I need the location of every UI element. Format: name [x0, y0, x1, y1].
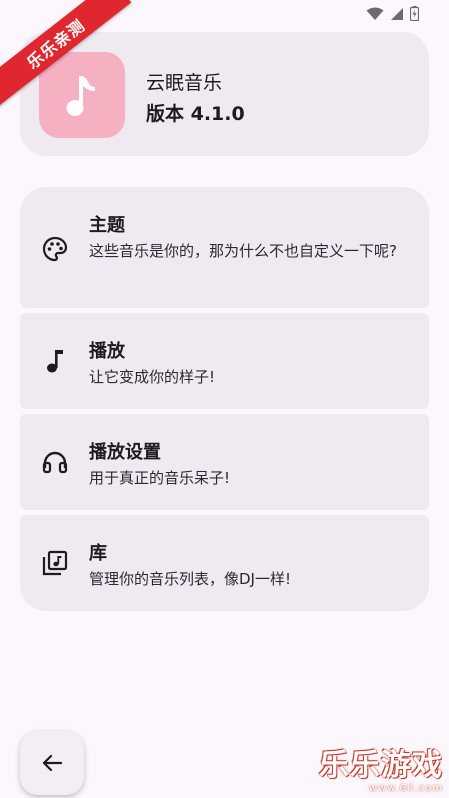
setting-item-playback-settings[interactable]: 播放设置 用于真正的音乐呆子!: [20, 414, 429, 510]
setting-item-library[interactable]: 库 管理你的音乐列表，像DJ一样!: [20, 515, 429, 611]
back-button[interactable]: [20, 731, 84, 795]
corner-watermark: 乐乐游戏 www.6ll.com: [319, 748, 443, 795]
status-icons: [366, 6, 419, 21]
setting-description: 管理你的音乐列表，像DJ一样!: [89, 570, 291, 588]
app-name: 云眠音乐: [146, 72, 223, 94]
music-note-icon: [66, 76, 95, 116]
setting-description: 这些音乐是你的，那为什么不也自定义一下呢?: [89, 242, 397, 260]
palette-icon: [41, 235, 69, 263]
setting-item-theme[interactable]: 主题 这些音乐是你的，那为什么不也自定义一下呢?: [20, 187, 429, 308]
about-card: 云眠音乐 版本 4.1.0: [20, 32, 429, 156]
setting-title: 主题: [89, 215, 125, 236]
watermark-brand: 乐乐游戏: [319, 748, 443, 783]
battery-icon: [410, 6, 419, 21]
wifi-icon: [366, 7, 384, 20]
setting-description: 用于真正的音乐呆子!: [89, 469, 231, 487]
setting-title: 播放设置: [89, 442, 161, 463]
arrow-back-icon: [42, 754, 63, 772]
watermark-url: www.6ll.com: [368, 783, 443, 794]
library-music-icon: [41, 549, 69, 577]
app-icon: [39, 52, 125, 138]
headphones-icon: [41, 448, 69, 476]
music-note-icon: [41, 347, 69, 375]
setting-title: 播放: [89, 341, 125, 362]
signal-icon: [391, 7, 403, 20]
setting-title: 库: [89, 543, 107, 564]
setting-description: 让它变成你的样子!: [89, 368, 216, 386]
settings-list: 主题 这些音乐是你的，那为什么不也自定义一下呢? 播放 让它变成你的样子! 播放…: [20, 187, 429, 611]
setting-item-playback[interactable]: 播放 让它变成你的样子!: [20, 313, 429, 409]
app-version: 版本 4.1.0: [146, 103, 245, 125]
